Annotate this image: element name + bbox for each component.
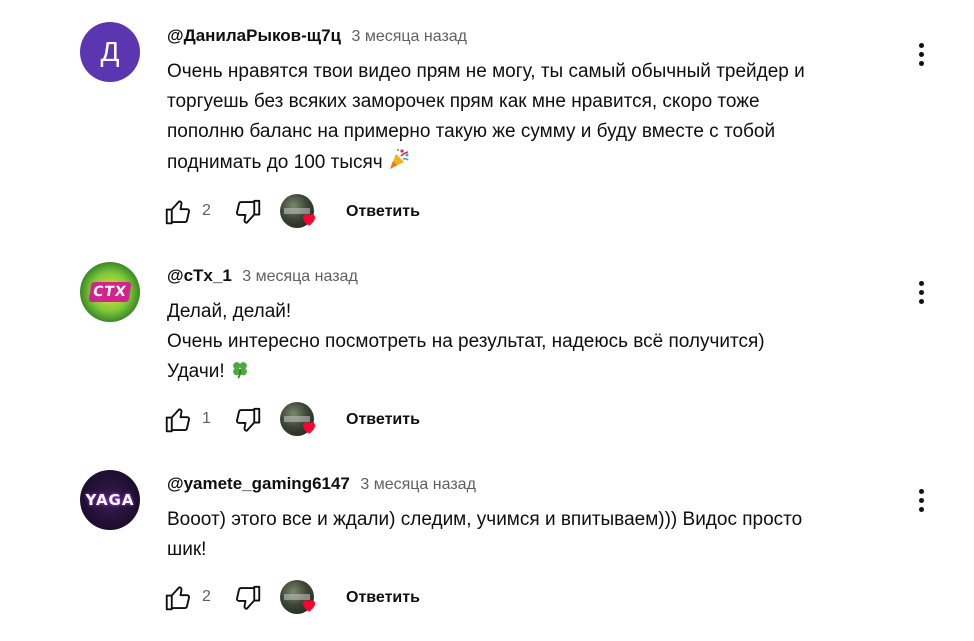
thumb-down-icon xyxy=(236,199,261,224)
comment-actions: 2 Ответить xyxy=(160,580,480,616)
menu-dot xyxy=(918,60,924,66)
like-button[interactable] xyxy=(160,194,196,230)
comment-line: шик! xyxy=(167,539,207,560)
menu-dot xyxy=(918,42,924,48)
thumb-up-icon xyxy=(165,586,190,611)
avatar[interactable]: YAGA xyxy=(80,470,140,530)
dislike-button[interactable] xyxy=(230,402,266,438)
comment-time[interactable]: 3 месяца назад xyxy=(360,476,476,493)
thumb-up-icon xyxy=(165,408,190,433)
author-name[interactable]: @cTx_1 xyxy=(167,266,232,285)
reply-button[interactable]: Ответить xyxy=(346,194,420,230)
menu-dot xyxy=(918,51,924,57)
menu-dot xyxy=(918,280,924,286)
heart-icon xyxy=(303,422,315,434)
comment-line: Делай, делай! xyxy=(167,301,292,322)
thumb-down-icon xyxy=(236,407,261,432)
menu-dot xyxy=(918,488,924,494)
menu-dot xyxy=(918,506,924,512)
thumb-up-icon xyxy=(165,200,190,225)
avatar-logo-text: CTX xyxy=(88,282,132,302)
menu-dot xyxy=(918,289,924,295)
comment-line: Очень интересно посмотреть на результат,… xyxy=(167,331,765,352)
menu-dot xyxy=(918,298,924,304)
like-count: 2 xyxy=(202,202,211,219)
comment-line: Очень нравятся твои видео прям не могу, … xyxy=(167,61,805,82)
dislike-button[interactable] xyxy=(230,580,266,616)
like-button[interactable] xyxy=(160,402,196,438)
comment-time[interactable]: 3 месяца назад xyxy=(351,28,467,45)
party-popper-icon xyxy=(387,147,411,181)
thumb-down-icon xyxy=(236,585,261,610)
comment-line-last: Удачи! xyxy=(167,357,907,390)
comment-line: поднимать до 100 тысяч xyxy=(167,152,383,173)
comment-text: Делай, делай! Очень интересно посмотреть… xyxy=(167,297,907,390)
heart-icon xyxy=(303,600,315,612)
creator-heart-badge[interactable] xyxy=(280,580,318,616)
comment-header: @yamete_gaming6147 3 месяца назад xyxy=(167,474,476,495)
comment-menu-button[interactable] xyxy=(906,274,936,310)
comment-text: Вооот) этого все и ждали) следим, учимся… xyxy=(167,505,907,565)
avatar[interactable]: Д xyxy=(80,22,140,82)
comment-line: Удачи! xyxy=(167,361,225,382)
comment-menu-button[interactable] xyxy=(906,36,936,72)
like-count: 1 xyxy=(202,410,211,427)
comment-line-last: поднимать до 100 тысяч xyxy=(167,147,907,181)
comment-menu-button[interactable] xyxy=(906,482,936,518)
avatar-logo-text: YAGA xyxy=(85,491,135,509)
comment-header: @cTx_1 3 месяца назад xyxy=(167,266,358,287)
four-leaf-clover-icon xyxy=(229,358,251,390)
comment-line: торгуешь без всяких заморочек прям как м… xyxy=(167,91,760,112)
author-name[interactable]: @ДанилаРыков-щ7ц xyxy=(167,26,341,45)
comment-thread: Д @ДанилаРыков-щ7ц 3 месяца назад Очень … xyxy=(0,0,974,641)
heart-icon xyxy=(303,214,315,226)
like-count: 2 xyxy=(202,588,211,605)
reply-button[interactable]: Ответить xyxy=(346,402,420,438)
comment-text: Очень нравятся твои видео прям не могу, … xyxy=(167,57,907,181)
dislike-button[interactable] xyxy=(230,194,266,230)
author-name[interactable]: @yamete_gaming6147 xyxy=(167,474,350,493)
comment-line: пополню баланс на примерно такую же сумм… xyxy=(167,121,776,142)
reply-button[interactable]: Ответить xyxy=(346,580,420,616)
avatar[interactable]: CTX xyxy=(80,262,140,322)
comment-actions: 2 Ответить xyxy=(160,194,480,230)
like-button[interactable] xyxy=(160,580,196,616)
comment-header: @ДанилаРыков-щ7ц 3 месяца назад xyxy=(167,26,467,47)
comment-time[interactable]: 3 месяца назад xyxy=(242,268,358,285)
avatar-letter: Д xyxy=(100,36,120,67)
comment-actions: 1 Ответить xyxy=(160,402,480,438)
creator-heart-badge[interactable] xyxy=(280,402,318,438)
comment-line: Вооот) этого все и ждали) следим, учимся… xyxy=(167,509,803,530)
creator-heart-badge[interactable] xyxy=(280,194,318,230)
menu-dot xyxy=(918,497,924,503)
